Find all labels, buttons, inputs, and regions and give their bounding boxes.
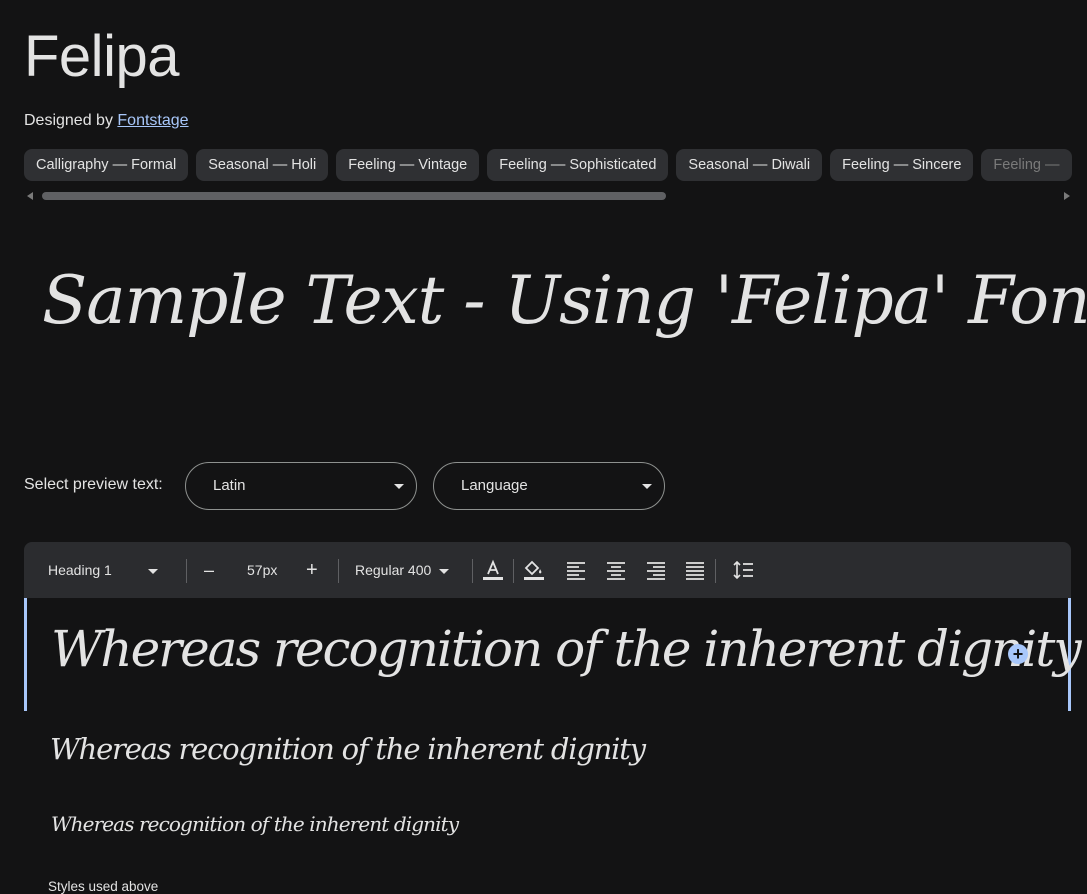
decrease-size-button[interactable]: – <box>204 542 214 598</box>
highlight-fill-icon[interactable] <box>522 558 546 582</box>
line-height-icon[interactable] <box>732 558 756 582</box>
increase-size-button[interactable]: + <box>306 542 318 598</box>
designer-line: Designed by Fontstage <box>24 112 189 130</box>
sample-line-small[interactable]: Whereas recognition of the inherent dign… <box>51 812 459 836</box>
script-select[interactable]: Latin <box>185 462 417 510</box>
hero-sample-text: Sample Text - Using 'Felipa' Font. <box>42 262 1087 339</box>
language-select-value: Language <box>461 477 528 494</box>
scroll-left-arrow-icon[interactable] <box>27 192 33 200</box>
align-justify-icon[interactable] <box>683 558 707 582</box>
preview-text-label: Select preview text: <box>24 476 163 493</box>
designer-link[interactable]: Fontstage <box>117 112 188 129</box>
toolbar-divider <box>715 559 716 583</box>
chevron-down-icon <box>439 568 450 574</box>
add-circle-icon[interactable]: + <box>1008 644 1028 664</box>
tag-chip[interactable]: Seasonal — Diwali <box>676 149 823 181</box>
toolbar-divider <box>186 559 187 583</box>
text-color-icon[interactable] <box>481 558 505 582</box>
chevron-down-icon <box>394 484 404 489</box>
toolbar-divider <box>338 559 339 583</box>
align-center-icon[interactable] <box>604 558 628 582</box>
sample-line-medium[interactable]: Whereas recognition of the inherent dign… <box>50 732 646 766</box>
designed-by-label: Designed by <box>24 112 113 129</box>
tag-list: Calligraphy — Formal Seasonal — Holi Feeli… <box>24 149 1087 181</box>
font-weight-value: Regular 400 <box>355 562 432 578</box>
sample-line-large[interactable]: Whereas recognition of the inherent dign… <box>51 620 1082 678</box>
styles-used-label: Styles used above <box>48 879 159 894</box>
scroll-right-arrow-icon[interactable] <box>1064 192 1070 200</box>
language-select[interactable]: Language <box>433 462 665 510</box>
type-tester: Heading 1 – 57px + Regular 400 Whereas r… <box>24 542 1082 894</box>
tag-chip[interactable]: Feeling — Sincere <box>830 149 974 181</box>
tag-chip[interactable]: Calligraphy — Formal <box>24 149 189 181</box>
editor-line-heading-1[interactable]: Whereas recognition of the inherent dign… <box>24 598 1082 711</box>
text-style-value: Heading 1 <box>48 562 112 578</box>
page-title: Felipa <box>24 24 179 89</box>
align-right-icon[interactable] <box>644 558 668 582</box>
script-select-value: Latin <box>213 477 246 494</box>
font-weight-select[interactable]: Regular 400 <box>355 542 450 598</box>
toolbar-divider <box>513 559 514 583</box>
tag-chip[interactable]: Seasonal — Holi <box>196 149 329 181</box>
tags-scrollbar[interactable] <box>24 190 1074 202</box>
align-left-icon[interactable] <box>564 558 588 582</box>
tag-chip[interactable]: Feeling — <box>981 149 1072 181</box>
scrollbar-thumb[interactable] <box>42 192 666 200</box>
toolbar-divider <box>472 559 473 583</box>
editor-toolbar: Heading 1 – 57px + Regular 400 <box>24 542 1071 598</box>
tag-chip[interactable]: Feeling — Vintage <box>336 149 480 181</box>
tag-chip[interactable]: Feeling — Sophisticated <box>487 149 669 181</box>
chevron-down-icon <box>642 484 652 489</box>
text-style-select[interactable]: Heading 1 <box>48 542 158 598</box>
chevron-down-icon <box>147 568 158 574</box>
font-size-input[interactable]: 57px <box>247 542 277 598</box>
